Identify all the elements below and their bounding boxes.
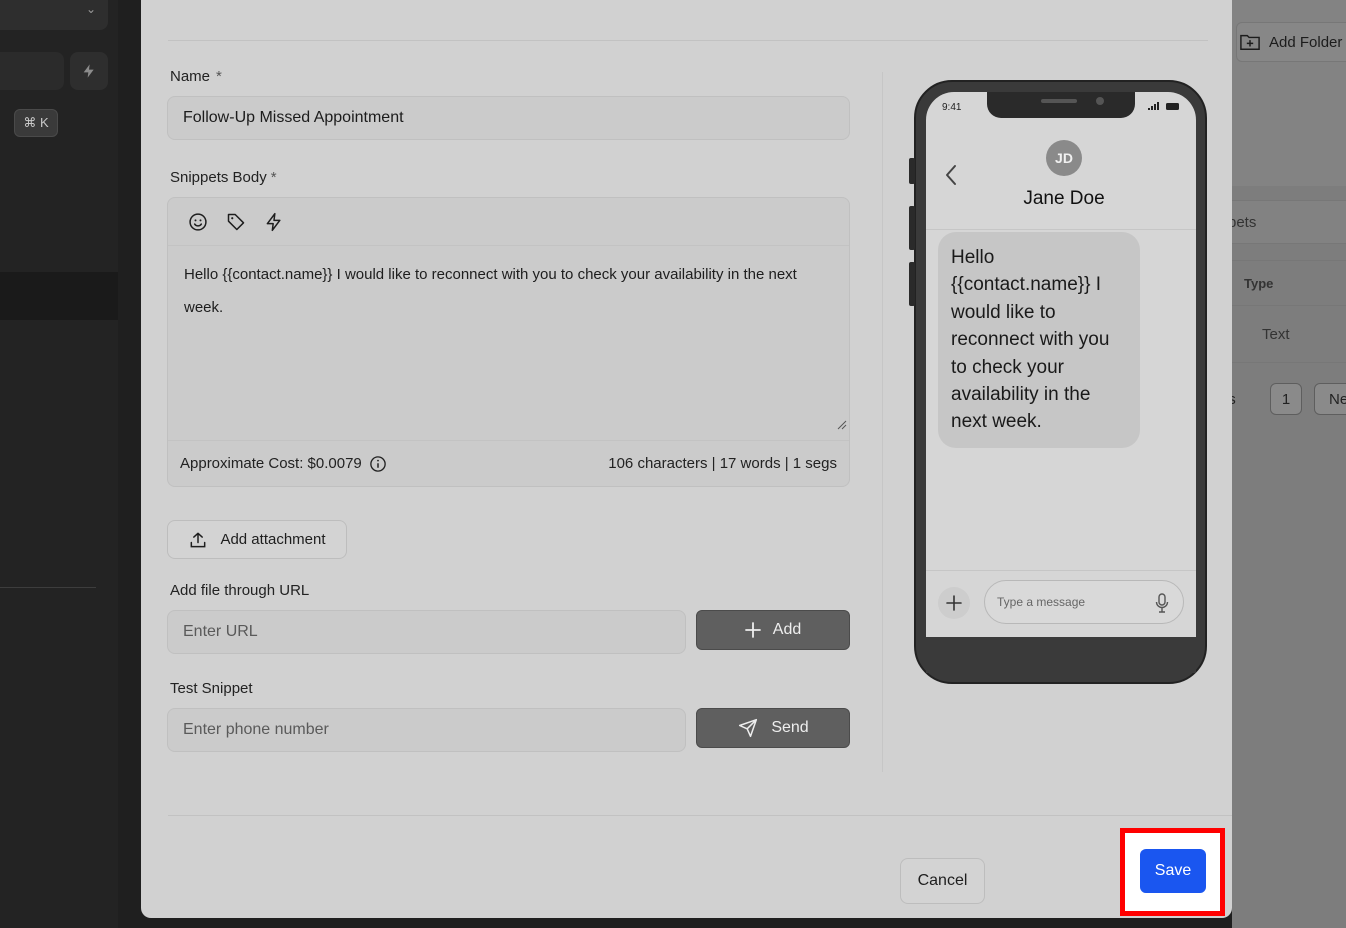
message-bubble: Hello {{contact.name}} I would like to r… xyxy=(938,232,1140,448)
url-label: Add file through URL xyxy=(170,582,310,599)
message-composer: Type a message xyxy=(926,570,1196,637)
sidebar-divider xyxy=(0,587,96,588)
add-url-button[interactable]: Add xyxy=(696,610,850,650)
back-chevron-icon[interactable] xyxy=(944,164,958,186)
message-stats: 106 characters | 17 words | 1 segs xyxy=(608,455,837,472)
send-test-button[interactable]: Send xyxy=(696,708,850,748)
tag-icon[interactable] xyxy=(226,212,246,232)
phone-notch xyxy=(987,92,1135,118)
chat-header: JD Jane Doe xyxy=(926,120,1196,230)
status-time: 9:41 xyxy=(942,102,962,113)
chevron-down-icon: ⌄ xyxy=(85,2,96,16)
footer-divider xyxy=(168,815,1232,816)
send-icon xyxy=(739,718,758,738)
signal-icon xyxy=(1148,102,1159,110)
add-folder-button: Add Folder xyxy=(1236,22,1346,62)
add-folder-label: Add Folder xyxy=(1269,33,1343,51)
url-input[interactable]: Enter URL xyxy=(167,610,686,654)
required-mark: * xyxy=(216,68,222,85)
header-divider xyxy=(168,40,1208,41)
bolt-icon[interactable] xyxy=(264,212,284,232)
resize-handle-icon[interactable] xyxy=(837,420,847,430)
column-divider xyxy=(882,72,883,772)
avatar: JD xyxy=(1046,140,1082,176)
required-mark: * xyxy=(270,169,277,186)
pagination-page: 1 xyxy=(1270,383,1302,415)
upload-icon xyxy=(191,532,206,547)
sidebar-active-item xyxy=(0,272,118,320)
contact-name: Jane Doe xyxy=(1023,188,1105,209)
pagination-next-partial: Ne xyxy=(1314,383,1346,415)
table-cell-type: Text xyxy=(1262,326,1290,343)
name-input[interactable]: Follow-Up Missed Appointment xyxy=(167,96,850,140)
info-icon[interactable] xyxy=(369,455,387,473)
phone-screen: 9:41 JD Jane Doe Hello {{contact.name}} … xyxy=(926,92,1196,637)
test-snippet-label: Test Snippet xyxy=(170,680,253,697)
plus-icon xyxy=(744,622,761,638)
folder-plus-icon xyxy=(1240,34,1260,50)
bolt-icon xyxy=(83,64,94,78)
cancel-button[interactable]: Cancel xyxy=(900,858,985,904)
attach-plus-button[interactable] xyxy=(938,587,970,619)
phone-number-input[interactable]: Enter phone number xyxy=(167,708,686,752)
save-button[interactable]: Save xyxy=(1140,849,1206,893)
plus-icon xyxy=(946,595,962,611)
tab-snippets-partial: pets xyxy=(1228,214,1257,231)
column-header-type: Type xyxy=(1244,276,1274,291)
editor-toolbar xyxy=(168,198,849,246)
microphone-icon[interactable] xyxy=(1155,593,1169,613)
search-shortcut: ⌘ K xyxy=(0,52,64,137)
editor-footer: Approximate Cost: $0.0079 106 characters… xyxy=(168,440,849,486)
background-sidebar: ⌄ ⌘ K xyxy=(0,0,118,928)
name-label: Name * xyxy=(170,68,222,85)
message-input[interactable]: Type a message xyxy=(984,580,1184,624)
status-icons xyxy=(1148,102,1180,110)
background-page: Add Folder pets Type Text s 1 Ne xyxy=(1228,0,1346,928)
battery-icon xyxy=(1166,102,1179,110)
snippet-modal: Name * Follow-Up Missed Appointment Snipp… xyxy=(141,0,1232,918)
snippet-body-textarea[interactable]: Hello {{contact.name}} I would like to r… xyxy=(184,258,834,324)
emoji-icon[interactable] xyxy=(188,212,208,232)
phone-preview: 9:41 JD Jane Doe Hello {{contact.name}} … xyxy=(909,80,1207,684)
approximate-cost: Approximate Cost: $0.0079 xyxy=(180,455,387,473)
add-attachment-button[interactable]: Add attachment xyxy=(167,520,347,559)
body-label: Snippets Body * xyxy=(170,169,277,186)
workspace-select: ⌄ xyxy=(0,0,108,30)
quick-actions-button xyxy=(70,52,108,90)
shortcut-badge: ⌘ K xyxy=(14,109,58,137)
snippet-body-editor: Hello {{contact.name}} I would like to r… xyxy=(167,197,850,487)
